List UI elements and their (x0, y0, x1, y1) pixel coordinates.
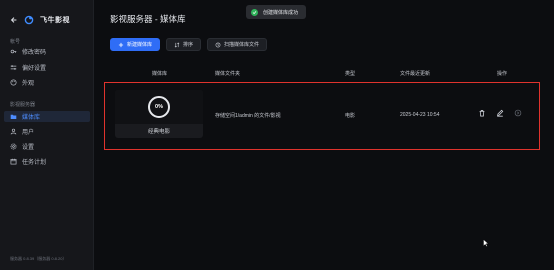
section-title-server: 影视服务器 (10, 102, 36, 108)
sidebar-item-label: 修改密码 (22, 50, 47, 56)
plus-icon (118, 42, 124, 47)
sidebar-item-label: 媒体库 (22, 115, 41, 121)
brand: 飞牛影视 (10, 14, 70, 26)
sliders-icon (10, 65, 17, 70)
sidebar-item-label: 任务计划 (22, 160, 47, 166)
page-title: 影视服务器 - 媒体库 (110, 14, 186, 24)
key-icon (10, 49, 17, 54)
library-card[interactable]: 0% 经典电影 (115, 90, 203, 138)
column-header-library: 媒体库 (152, 71, 168, 77)
edit-icon[interactable] (496, 109, 504, 117)
sidebar-item-change-password[interactable]: 修改密码 (4, 46, 90, 57)
column-header-folder: 媒体文件夹 (215, 71, 241, 77)
column-header-type: 类型 (345, 71, 356, 77)
back-arrow-icon[interactable] (10, 16, 18, 24)
sort-label: 排序 (183, 42, 194, 48)
sidebar-item-users[interactable]: 用户 (4, 126, 90, 137)
palette-icon (10, 79, 17, 86)
gear-icon (10, 143, 17, 150)
library-updated-time: 2025-04-23 10:54 (400, 112, 440, 118)
row-actions (478, 109, 522, 117)
version-info: 服务器 0.8.39（服务器 0.8.20） (10, 256, 67, 261)
scan-library-button[interactable]: 扫描媒体库文件 (207, 38, 268, 51)
sort-icon (174, 41, 180, 48)
folder-icon (10, 114, 17, 119)
column-header-actions: 操作 (497, 71, 508, 77)
sidebar-item-preferences[interactable]: 偏好设置 (4, 62, 90, 73)
sidebar-item-label: 用户 (22, 130, 35, 136)
section-title-account: 帐号 (10, 39, 21, 45)
library-name: 经典电影 (147, 129, 170, 135)
scan-icon (215, 42, 221, 47)
column-header-updated: 文件最近更新 (400, 71, 431, 77)
sidebar-item-label: 设置 (22, 145, 35, 151)
mouse-cursor-icon (483, 239, 489, 247)
sidebar-item-settings[interactable]: 设置 (4, 141, 90, 152)
sidebar-item-scheduled-tasks[interactable]: 任务计划 (4, 156, 90, 167)
sidebar-item-label: 偏好设置 (22, 66, 47, 72)
library-type: 电影 (345, 113, 356, 119)
app-window: 飞牛影视 帐号 修改密码 偏好设置 外观 影视服务器 媒体库 用户 设置 任务计… (0, 0, 554, 270)
sidebar-item-media-library[interactable]: 媒体库 (4, 111, 90, 122)
delete-icon[interactable] (478, 109, 486, 117)
more-options-icon[interactable] (514, 109, 522, 117)
app-logo-icon (24, 15, 34, 25)
library-card-cover: 0% (115, 90, 203, 124)
success-toast: 创建媒体库成功 (246, 5, 307, 19)
brand-name: 飞牛影视 (40, 17, 70, 24)
main-content: 影视服务器 - 媒体库 创建媒体库成功 新建媒体库 排序 扫描媒体库文件 媒体库 (94, 0, 554, 270)
toast-message: 创建媒体库成功 (263, 9, 299, 16)
calendar-icon (10, 158, 17, 165)
table-header: 媒体库 媒体文件夹 类型 文件最近更新 操作 (110, 70, 538, 78)
scan-library-label: 扫描媒体库文件 (224, 42, 260, 48)
check-circle-icon (251, 8, 258, 16)
sort-button[interactable]: 排序 (166, 38, 202, 51)
toolbar: 新建媒体库 排序 扫描媒体库文件 (110, 38, 268, 51)
new-library-button[interactable]: 新建媒体库 (110, 38, 161, 51)
new-library-label: 新建媒体库 (127, 42, 153, 48)
scan-progress-ring: 0% (148, 96, 170, 118)
sidebar: 飞牛影视 帐号 修改密码 偏好设置 外观 影视服务器 媒体库 用户 设置 任务计… (0, 0, 94, 270)
sidebar-item-appearance[interactable]: 外观 (4, 77, 90, 88)
library-folder-path: 存储空间1/admin 的文件/影视 (215, 113, 281, 119)
user-icon (10, 128, 17, 135)
sidebar-item-label: 外观 (22, 81, 35, 87)
